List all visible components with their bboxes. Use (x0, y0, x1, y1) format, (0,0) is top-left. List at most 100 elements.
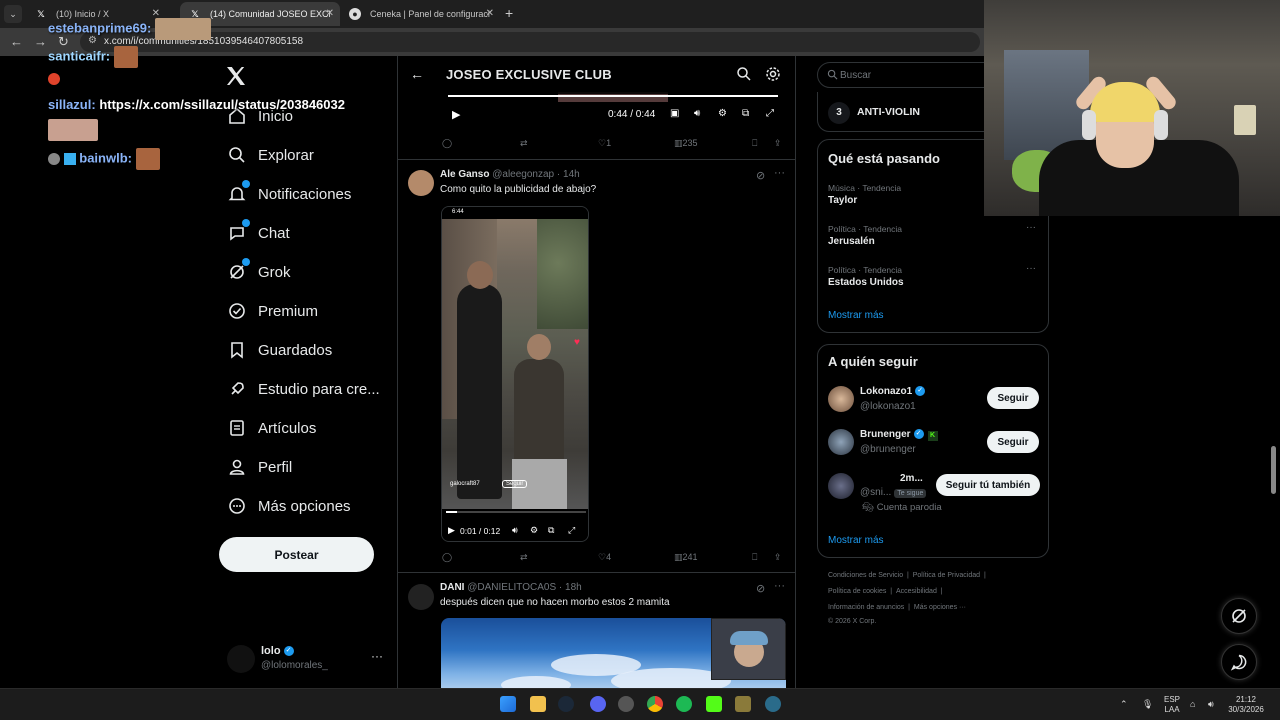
follow-name[interactable]: 2m... (900, 473, 923, 484)
network-icon[interactable]: ⌂ (1190, 699, 1195, 709)
search-icon[interactable] (736, 66, 752, 82)
url-field[interactable]: ⚙ x.com/i/communities/185103954640780515… (80, 32, 980, 52)
follow-name[interactable]: Lokonazo1 ✓ (860, 386, 926, 397)
app-icon[interactable] (765, 696, 781, 712)
avatar[interactable] (408, 170, 434, 196)
clock[interactable]: 21:12 30/3/2026 (1228, 695, 1264, 715)
chrome-icon[interactable] (647, 696, 663, 712)
footer-link[interactable]: Condiciones de Servicio (828, 572, 903, 579)
follow-name[interactable]: Brunenger ✓ K (860, 429, 938, 441)
bookmark-icon[interactable]: ⎕ (752, 552, 757, 563)
sidebar-item-perfil[interactable]: Perfil (226, 453, 292, 481)
kick-icon[interactable] (706, 696, 722, 712)
reply-icon[interactable]: ◯ (442, 552, 452, 563)
post-image[interactable] (441, 618, 786, 688)
sidebar-item-articulos[interactable]: Artículos (226, 414, 316, 442)
avatar[interactable] (828, 386, 854, 412)
sidebar-item-chat[interactable]: Chat (226, 219, 290, 247)
follow-back-button[interactable]: Seguir tú también (936, 474, 1040, 496)
steam-icon[interactable] (558, 696, 574, 712)
fullscreen-icon[interactable]: ⤢ (568, 525, 575, 536)
follow-button[interactable]: Seguir (987, 387, 1039, 409)
language-indicator[interactable]: ESP LAA (1164, 695, 1180, 715)
more-icon[interactable]: ··· (1026, 263, 1036, 274)
show-more-link[interactable]: Mostrar más (828, 310, 884, 321)
page-scrollbar[interactable] (1271, 446, 1276, 494)
footer-link[interactable]: Accesibilidad (896, 588, 937, 595)
avatar[interactable] (828, 429, 854, 455)
gear-icon[interactable] (765, 66, 781, 82)
follow-button[interactable]: Seguir (987, 431, 1039, 453)
sidebar-item-explorar[interactable]: Explorar (226, 141, 314, 169)
close-icon[interactable]: ✕ (326, 8, 334, 19)
share-icon[interactable]: ⇪ (774, 552, 782, 563)
new-tab-button[interactable]: + (505, 5, 513, 21)
video-player[interactable]: 6:44 ♥ galocraft87 Seguir ▶ 0:01 / 0:12 … (441, 206, 589, 542)
grok-fab-button[interactable] (1221, 598, 1257, 634)
footer-link[interactable]: Política de Privacidad (913, 572, 980, 579)
views-button[interactable]: ▥ 235 (674, 138, 698, 149)
fullscreen-icon[interactable]: ⤢ (766, 108, 774, 119)
repost-icon[interactable]: ⇄ (520, 552, 528, 563)
grok-icon[interactable]: ⊘ (756, 169, 765, 182)
sidebar-item-estudio[interactable]: Estudio para cre... (226, 375, 380, 403)
more-icon[interactable]: ··· (371, 649, 383, 663)
settings-icon[interactable]: ⚙ (718, 108, 727, 119)
sidebar-item-notificaciones[interactable]: Notificaciones (226, 180, 351, 208)
play-icon[interactable]: ▶ (452, 108, 460, 121)
post-author[interactable]: DANI @DANIELITOCA0S · 18h (440, 582, 582, 593)
back-arrow-icon[interactable]: ← (410, 66, 424, 82)
more-icon[interactable]: ··· (774, 580, 785, 592)
video-progress[interactable] (446, 511, 586, 513)
volume-icon[interactable]: 🔊︎ (694, 108, 700, 119)
account-switcher[interactable]: lolo ✓ @lolomorales_ ··· (227, 641, 387, 677)
post-author[interactable]: Ale Ganso @aleegonzap · 14h (440, 169, 580, 180)
volume-icon[interactable]: 🔊︎ (512, 525, 518, 536)
settings-icon[interactable]: ⚙ (530, 525, 538, 536)
sidebar-item-mas-opciones[interactable]: Más opciones (226, 492, 351, 520)
avatar[interactable] (408, 584, 434, 610)
bookmark-icon[interactable]: ⎕ (752, 138, 757, 149)
rank-label[interactable]: ANTI-VIOLIN (857, 106, 920, 118)
reply-icon[interactable]: ◯ (442, 138, 452, 149)
more-icon[interactable]: ··· (774, 167, 785, 179)
footer-link[interactable]: Política de cookies (828, 588, 886, 595)
avatar[interactable] (828, 473, 854, 499)
trend-name[interactable]: Estados Unidos (828, 277, 904, 288)
pip-icon[interactable]: ⧉ (742, 108, 749, 119)
trend-name[interactable]: Jerusalén (828, 236, 875, 247)
close-icon[interactable]: ✕ (486, 8, 494, 19)
sidebar-item-grok[interactable]: Grok (226, 258, 291, 286)
x-logo-icon[interactable] (224, 64, 248, 88)
footer-link[interactable]: Más opciones ··· (914, 604, 966, 611)
more-icon[interactable]: ··· (1026, 222, 1036, 233)
tab-ceneka[interactable]: ● Ceneka | Panel de configuración ✕ (340, 2, 500, 26)
views-button[interactable]: ▥ 241 (674, 552, 698, 563)
captions-icon[interactable]: ▣ (670, 108, 679, 119)
volume-icon[interactable]: 🔊︎ (1208, 699, 1214, 709)
pip-icon[interactable]: ⧉ (548, 525, 554, 536)
like-button[interactable]: ♡ 4 (598, 552, 611, 563)
chevron-up-icon[interactable]: ⌃ (1120, 699, 1128, 709)
video-progress[interactable] (448, 95, 778, 97)
messages-fab-button[interactable] (1221, 644, 1257, 680)
back-icon[interactable]: ← (10, 34, 23, 49)
obs-icon[interactable] (618, 696, 634, 712)
show-more-link[interactable]: Mostrar más (828, 535, 884, 546)
sidebar-item-guardados[interactable]: Guardados (226, 336, 332, 364)
play-icon[interactable]: ▶ (448, 525, 455, 536)
spotify-icon[interactable] (676, 696, 692, 712)
footer-link[interactable]: Información de anuncios (828, 604, 904, 611)
microphone-icon[interactable]: 🎙︎ (1142, 699, 1153, 709)
grok-icon[interactable]: ⊘ (756, 582, 765, 595)
tab-search-button[interactable]: ⌄ (4, 5, 22, 23)
post-button[interactable]: Postear (219, 537, 374, 572)
discord-icon[interactable] (590, 696, 606, 712)
sidebar-item-premium[interactable]: Premium (226, 297, 318, 325)
app-icon[interactable] (735, 696, 751, 712)
forward-icon[interactable]: → (34, 34, 47, 49)
share-icon[interactable]: ⇪ (774, 138, 782, 149)
trend-name[interactable]: Taylor (828, 195, 857, 206)
like-button[interactable]: ♡ 1 (598, 138, 611, 149)
folder-icon[interactable] (530, 696, 546, 712)
